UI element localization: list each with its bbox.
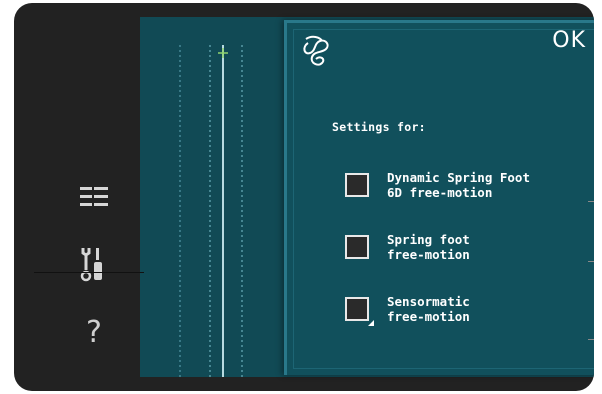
option-label-line2: free-motion xyxy=(387,309,470,324)
device-screen: ? OK Settings for: Dynamic Spring Foot 6… xyxy=(14,3,594,391)
edge-mark xyxy=(588,261,594,262)
ok-button[interactable]: OK xyxy=(552,28,586,53)
edge-mark xyxy=(588,201,594,202)
edge-mark xyxy=(588,339,594,340)
submenu-corner-icon xyxy=(368,320,374,326)
free-motion-icon xyxy=(303,35,329,66)
menu-icon[interactable] xyxy=(80,187,108,209)
option-label: Dynamic Spring Foot 6D free-motion xyxy=(387,170,530,200)
checkbox-dynamic-spring-foot[interactable] xyxy=(345,173,369,197)
option-label-line1: Dynamic Spring Foot xyxy=(387,170,530,185)
checkbox-sensormatic[interactable] xyxy=(345,297,374,326)
option-label: Sensormatic free-motion xyxy=(387,294,470,324)
option-label-line2: free-motion xyxy=(387,247,470,262)
settings-title: Settings for: xyxy=(332,120,426,134)
tools-icon[interactable] xyxy=(80,246,108,286)
help-icon[interactable]: ? xyxy=(80,315,108,351)
option-label-line1: Spring foot xyxy=(387,232,470,247)
option-label-line2: 6D free-motion xyxy=(387,185,493,200)
callout-line xyxy=(34,272,144,273)
option-label: Spring foot free-motion xyxy=(387,232,470,262)
checkbox-spring-foot[interactable] xyxy=(345,235,369,259)
option-label-line1: Sensormatic xyxy=(387,294,470,309)
